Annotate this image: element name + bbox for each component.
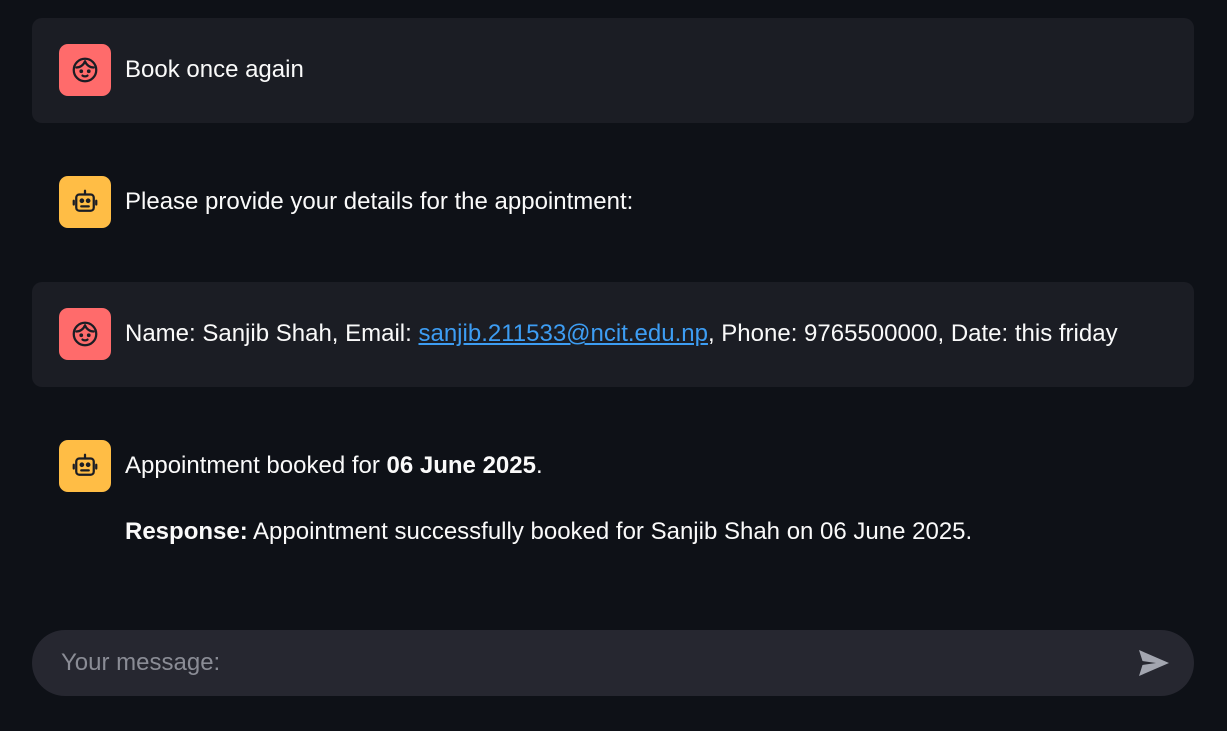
chat-input-bar [32,630,1194,696]
response-label: Response: [125,518,248,545]
robot-icon [72,189,98,212]
message-content: Name: Sanjib Shah, Email: sanjib.211533@… [125,308,1118,360]
message-text: Book once again [125,56,304,83]
assistant-avatar [59,440,111,492]
message-content: Please provide your details for the appo… [125,176,633,228]
booking-confirmation-line: Appointment booked for 06 June 2025. [125,446,972,486]
email-link[interactable]: sanjib.211533@ncit.edu.np [418,320,707,347]
assistant-avatar [59,176,111,228]
confirmation-prefix: Appointment booked for [125,452,387,479]
user-face-icon [72,321,98,347]
response-text: Appointment successfully booked for Sanj… [247,518,973,545]
message-content: Appointment booked for 06 June 2025. Res… [125,446,972,550]
send-button[interactable] [1136,645,1172,681]
message-input[interactable] [59,648,1136,678]
user-avatar [59,308,111,360]
chat-message-user: Book once again [32,18,1194,123]
chat-messages: Book once again Please provide your deta… [32,18,1194,576]
booking-date: 06 June 2025 [386,452,536,479]
send-arrow-icon [1139,650,1169,676]
confirmation-suffix: . [535,452,543,479]
message-text-suffix: , Phone: 9765500000, Date: this friday [707,320,1118,347]
message-text: Please provide your details for the appo… [125,188,634,215]
message-text-prefix: Name: Sanjib Shah, Email: [125,320,419,347]
message-content: Book once again [125,44,304,96]
chat-message-user: Name: Sanjib Shah, Email: sanjib.211533@… [32,282,1194,387]
message-text: Name: Sanjib Shah, Email: sanjib.211533@… [125,308,1118,360]
robot-icon [72,453,98,476]
chat-message-assistant: Appointment booked for 06 June 2025. Res… [32,414,1194,576]
user-face-icon [72,57,98,83]
chat-message-assistant: Please provide your details for the appo… [32,150,1194,255]
response-line: Response: Appointment successfully booke… [125,514,972,550]
user-avatar [59,44,111,96]
